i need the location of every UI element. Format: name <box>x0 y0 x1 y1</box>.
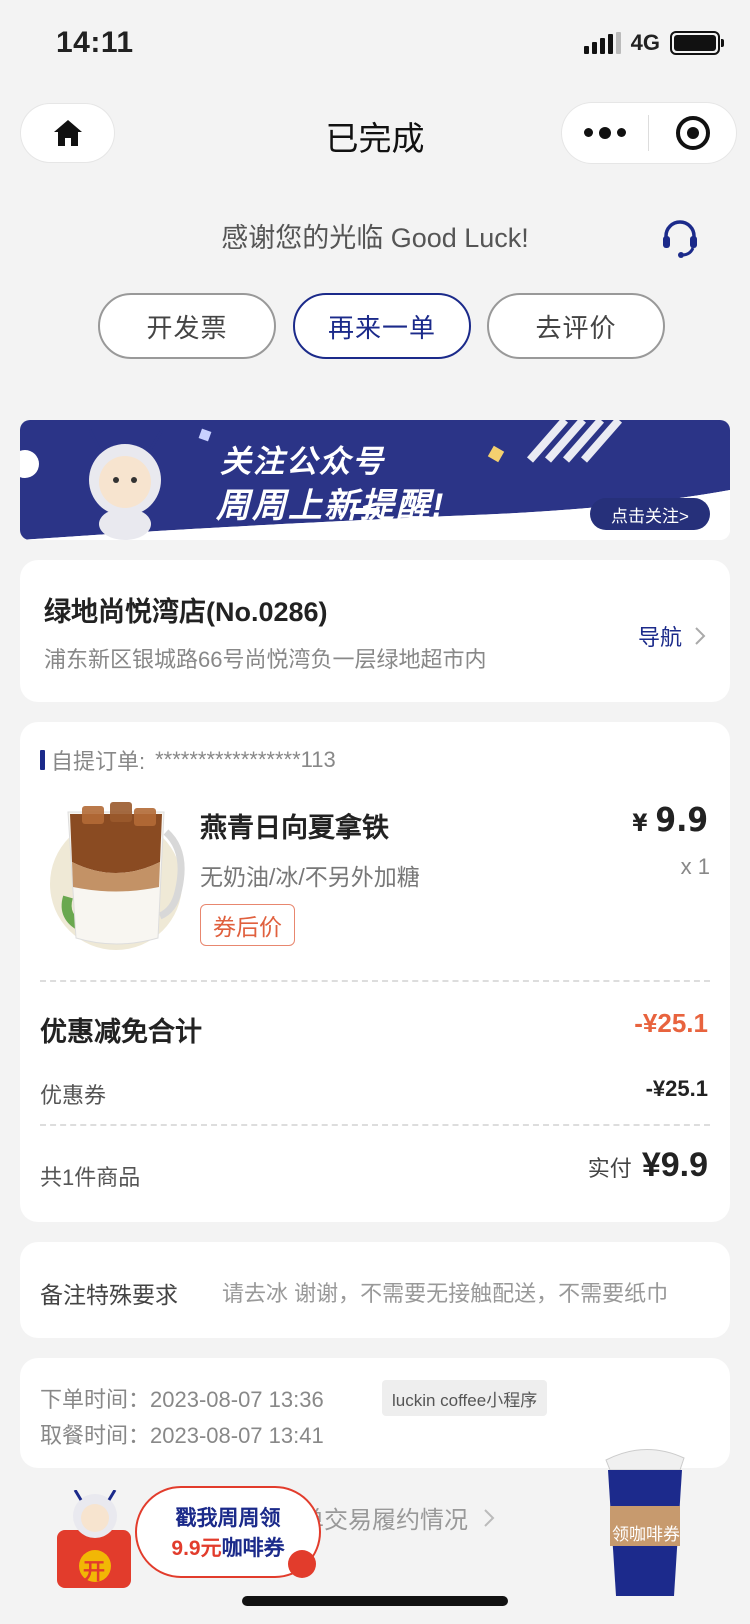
coupon-price-tag: 券后价 <box>200 904 295 946</box>
order-history-link[interactable]: 单交易履约情况 <box>300 1500 495 1535</box>
product-name: 燕青日向夏拿铁 <box>200 813 389 843</box>
reorder-button[interactable]: 再来一单 <box>293 293 471 359</box>
thanks-message: 感谢您的光临 Good Luck! <box>221 223 529 253</box>
order-card: 自提订单: *****************113 燕青日向夏拿铁 无奶油/冰… <box>20 722 730 1222</box>
paid-amount: ¥9.9 <box>641 1146 708 1184</box>
promo-dot <box>288 1550 316 1578</box>
paid-label: 实付 <box>587 1156 632 1181</box>
item-count: 共1件商品 <box>40 1165 141 1190</box>
banner-subtitle: 周周上新提醒! <box>216 487 446 525</box>
coffee-coupon-label: 领咖啡券 <box>612 1525 680 1544</box>
red-packet-mascot[interactable]: 开 <box>55 1489 133 1590</box>
chevron-right-icon <box>695 627 706 645</box>
store-name: 绿地尚悦湾店(No.0286) <box>44 597 328 627</box>
banner-title: 关注公众号 <box>220 444 385 479</box>
battery-icon <box>670 31 724 55</box>
order-time: 下单时间：2023-08-07 13:36 <box>40 1387 324 1412</box>
invoice-button[interactable]: 开发票 <box>98 293 276 359</box>
target-icon <box>675 116 710 150</box>
promo-line2-rest: 咖啡券 <box>221 1537 285 1560</box>
accent-bar <box>40 750 45 770</box>
headset-icon <box>663 220 697 258</box>
status-time: 14:11 <box>56 26 134 59</box>
store-card: 绿地尚悦湾店(No.0286) 浦东新区银城路66号尚悦湾负一层绿地超市内 导航 <box>20 560 730 702</box>
customer-service-button[interactable] <box>660 218 700 263</box>
remark-card: 备注特殊要求 请去冰 谢谢，不需要无接触配送，不需要纸巾 <box>20 1242 730 1338</box>
coupon-label: 优惠券 <box>40 1083 107 1108</box>
discount-total-value: -¥25.1 <box>634 1008 708 1038</box>
pickup-time: 取餐时间：2023-08-07 13:41 <box>40 1423 324 1448</box>
follow-official-account-banner[interactable]: 关注公众号 周周上新提醒! 点击关注> <box>20 420 730 540</box>
product-spec: 无奶油/冰/不另外加糖 <box>200 864 420 890</box>
more-options-button[interactable] <box>562 126 648 139</box>
remark-text: 请去冰 谢谢，不需要无接触配送，不需要纸巾 <box>222 1281 669 1306</box>
order-number: *****************113 <box>155 747 336 772</box>
network-type: 4G <box>630 30 660 55</box>
price-value: 9.9 <box>655 800 708 839</box>
promo-line2: 9.9元咖啡券 <box>171 1532 284 1562</box>
promo-price: 9.9元 <box>171 1537 222 1560</box>
review-button[interactable]: 去评价 <box>487 293 665 359</box>
status-indicators: 4G <box>583 30 724 56</box>
divider <box>40 980 710 982</box>
chevron-right-icon <box>483 1509 495 1527</box>
order-type-label: 自提订单: <box>51 749 146 774</box>
home-indicator <box>242 1596 508 1606</box>
product-price: ¥9.9 <box>632 800 708 839</box>
currency-symbol: ¥ <box>632 809 648 837</box>
product-quantity: x 1 <box>680 854 710 879</box>
order-source-tag: luckin coffee小程序 <box>382 1380 548 1416</box>
close-mini-program-button[interactable] <box>649 114 736 152</box>
history-link-label: 单交易履约情况 <box>300 1507 468 1534</box>
signal-icon <box>583 32 621 54</box>
navigation-label: 导航 <box>637 625 682 650</box>
red-packet-char: 开 <box>83 1559 106 1584</box>
mini-program-capsule <box>562 103 736 163</box>
store-address: 浦东新区银城路66号尚悦湾负一层绿地超市内 <box>44 647 487 672</box>
more-icon <box>584 127 593 137</box>
remark-label: 备注特殊要求 <box>40 1282 178 1308</box>
product-image <box>50 802 185 950</box>
discount-total-label: 优惠减免合计 <box>40 1017 202 1047</box>
promo-line1: 戳我周周领 <box>175 1507 281 1530</box>
follow-button[interactable]: 点击关注> <box>590 498 710 530</box>
coupon-value: -¥25.1 <box>645 1076 708 1101</box>
divider <box>40 1124 710 1126</box>
paid-amount-row: 实付 ¥9.9 <box>588 1146 708 1185</box>
order-number-row: 自提订单: *****************113 <box>40 744 336 776</box>
navigation-link[interactable]: 导航 <box>638 620 706 652</box>
